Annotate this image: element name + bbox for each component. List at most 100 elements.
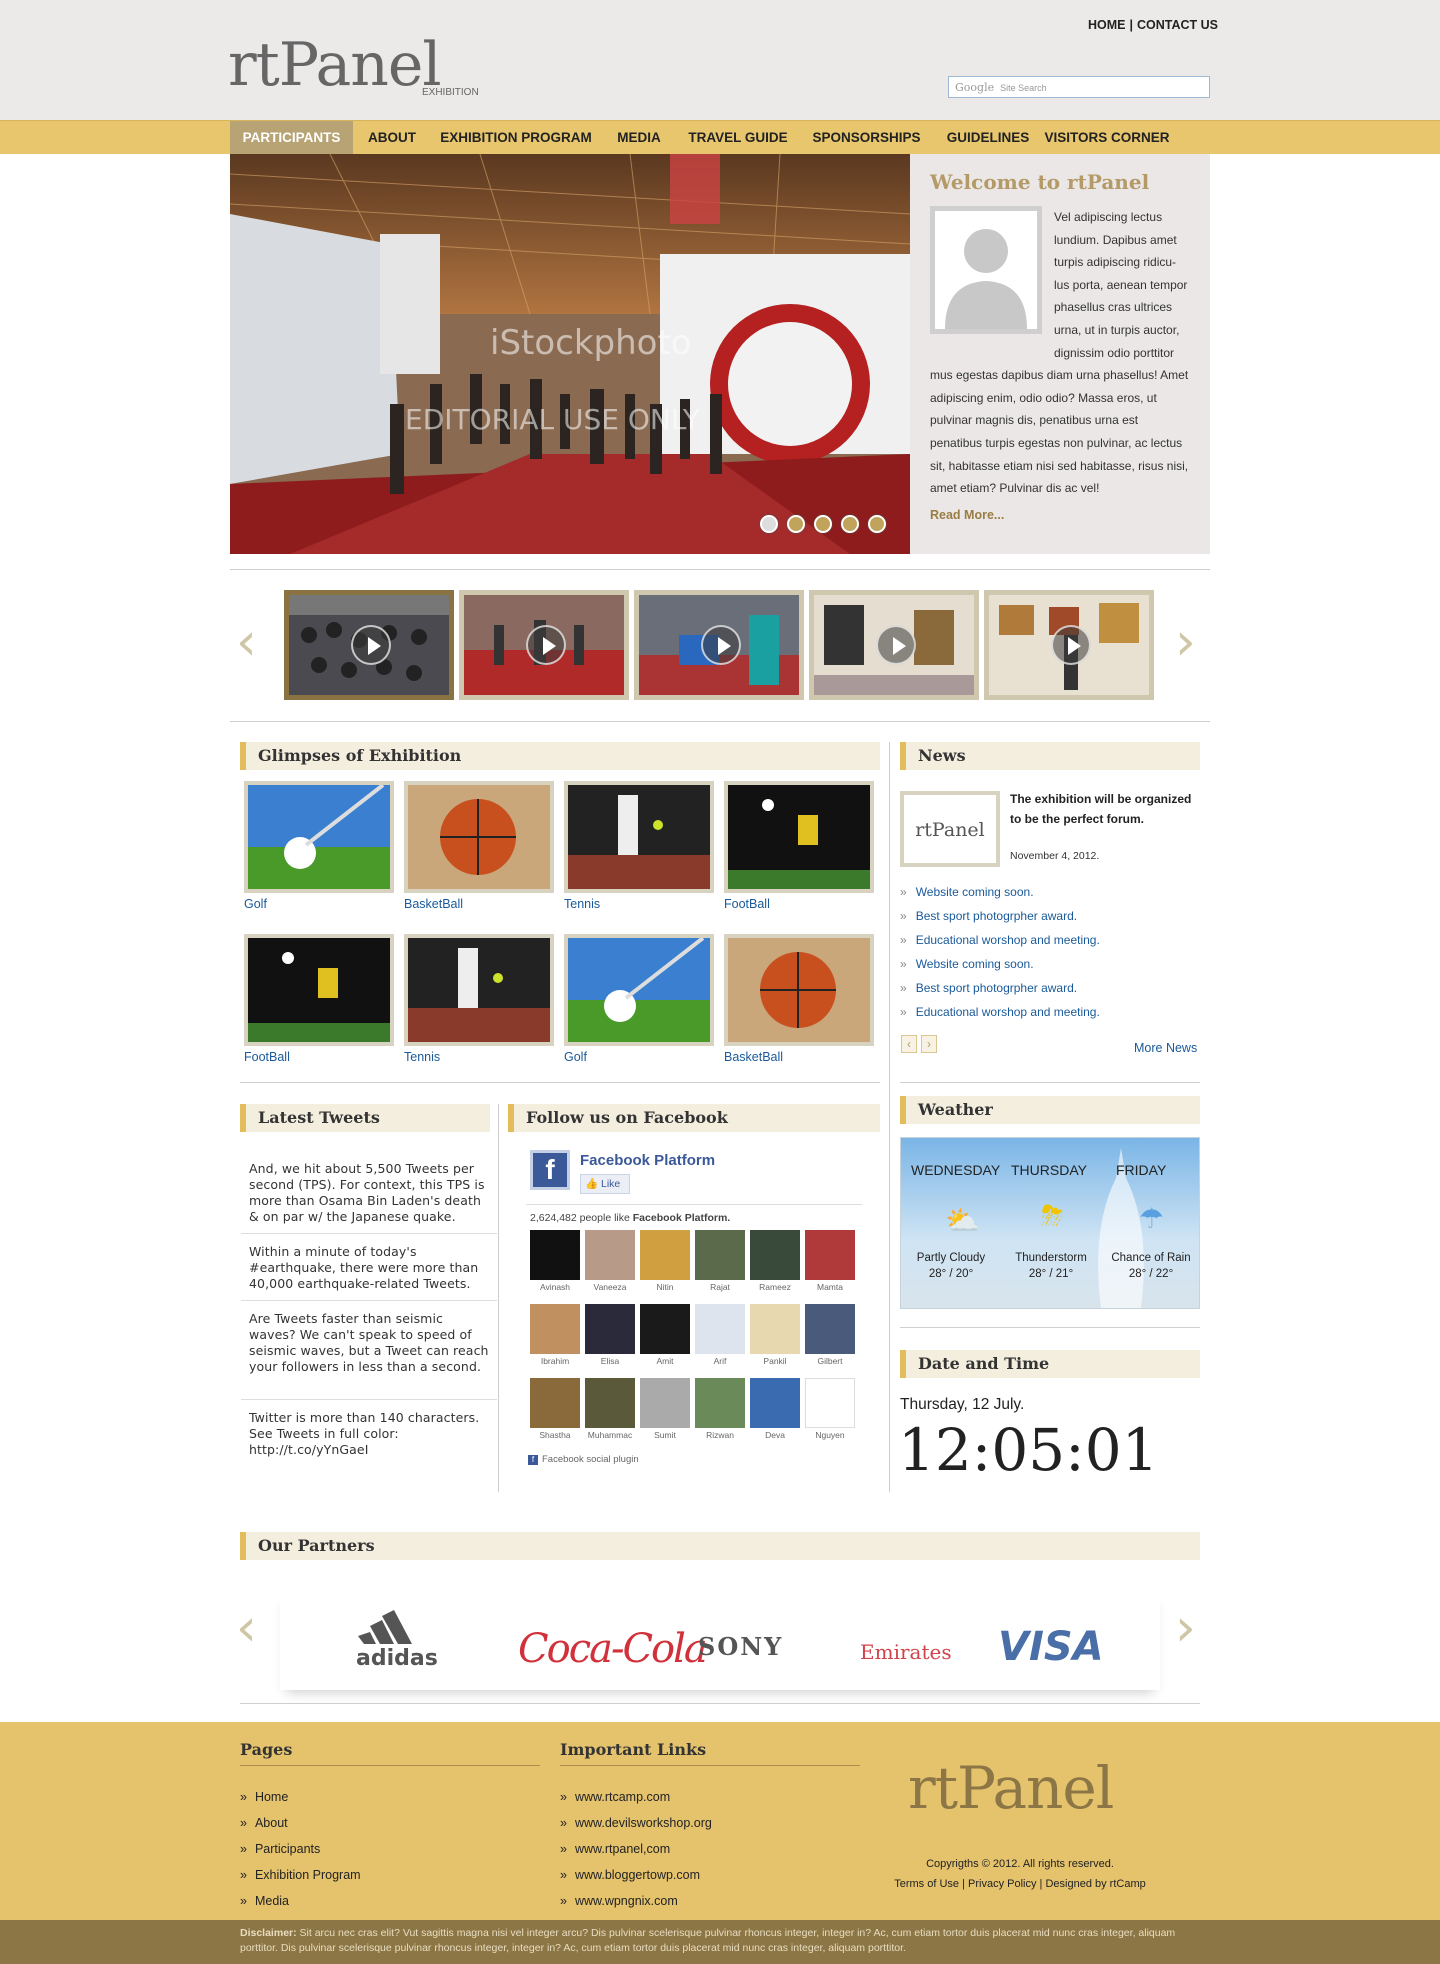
fan-avatar[interactable]: Avinash — [530, 1230, 580, 1292]
fan-avatar[interactable]: Rajat — [695, 1230, 745, 1292]
fan-avatar[interactable]: Amit — [640, 1304, 690, 1366]
partners-next-arrow-icon[interactable]: › — [1175, 1598, 1196, 1658]
fan-avatar[interactable]: Rizwan — [695, 1378, 745, 1440]
gallery-image-football[interactable] — [244, 934, 394, 1046]
privacy-link[interactable]: Privacy Policy — [968, 1878, 1036, 1890]
slider-dot[interactable] — [760, 515, 778, 533]
visa-logo[interactable]: VISA — [998, 1624, 1104, 1670]
slider-dot[interactable] — [814, 515, 832, 533]
fan-avatar[interactable]: Sumit — [640, 1378, 690, 1440]
partners-prev-arrow-icon[interactable]: ‹ — [236, 1598, 257, 1658]
news-next-icon[interactable]: › — [921, 1035, 937, 1053]
fan-avatar[interactable]: Nguyen — [805, 1378, 855, 1440]
fan-avatar[interactable]: Mamta — [805, 1230, 855, 1292]
site-logo[interactable]: rtPanel — [228, 30, 442, 100]
gallery-label[interactable]: Tennis — [404, 1050, 440, 1064]
adidas-logo[interactable]: adidas — [356, 1646, 438, 1671]
fan-avatar[interactable]: Ibrahim — [530, 1304, 580, 1366]
news-item[interactable]: Educational worshop and meeting. — [900, 1000, 1100, 1024]
nav-exhibition-program[interactable]: EXHIBITION PROGRAM — [431, 121, 601, 154]
fan-name: Vaneeza — [593, 1282, 627, 1292]
gallery-image-basketball[interactable] — [404, 781, 554, 893]
read-more-link[interactable]: Read More... — [930, 508, 1190, 522]
footer-link[interactable]: www.rtcamp.com — [560, 1784, 712, 1810]
slider-dot[interactable] — [787, 515, 805, 533]
coca-cola-logo[interactable]: Coca-Cola — [518, 1626, 708, 1672]
fan-avatar[interactable]: Shastha — [530, 1378, 580, 1440]
footer-link[interactable]: Participants — [240, 1836, 361, 1862]
divider — [240, 1703, 1200, 1704]
divider — [241, 1300, 497, 1301]
news-featured-title[interactable]: The exhibition will be organized to be t… — [1010, 789, 1200, 829]
search-input[interactable]: Google Site Search — [948, 76, 1210, 98]
gallery-label[interactable]: FootBall — [244, 1050, 290, 1064]
news-item[interactable]: Best sport photogrpher award. — [900, 976, 1100, 1000]
news-featured-logo[interactable]: rtPanel — [900, 791, 1000, 867]
gallery-image-basketball[interactable] — [724, 934, 874, 1046]
gallery-label[interactable]: BasketBall — [724, 1050, 783, 1064]
nav-media[interactable]: MEDIA — [601, 121, 677, 154]
nav-visitors-corner[interactable]: VISITORS CORNER — [1042, 121, 1172, 154]
footer-link[interactable]: www.rtpanel,com — [560, 1836, 712, 1862]
fan-avatar[interactable]: Deva — [750, 1378, 800, 1440]
fan-avatar[interactable]: Muhammac — [585, 1378, 635, 1440]
thumb-prev-arrow-icon[interactable]: ‹ — [236, 612, 257, 672]
gallery-label[interactable]: Golf — [564, 1050, 587, 1064]
gallery-image-golf[interactable] — [564, 934, 714, 1046]
nav-about[interactable]: ABOUT — [353, 121, 431, 154]
fan-avatar[interactable]: Elisa — [585, 1304, 635, 1366]
gallery-label[interactable]: Golf — [244, 897, 267, 911]
footer-link[interactable]: www.devilsworkshop.org — [560, 1810, 712, 1836]
facebook-icon[interactable]: f — [530, 1150, 570, 1190]
designed-by-link[interactable]: Designed by rtCamp — [1045, 1878, 1145, 1890]
video-thumb[interactable] — [459, 590, 629, 700]
footer-link[interactable]: www.bloggertowp.com — [560, 1862, 712, 1888]
gallery-image-football[interactable] — [724, 781, 874, 893]
footer-link[interactable]: Media — [240, 1888, 361, 1914]
like-button[interactable]: 👍 Like — [580, 1174, 630, 1194]
contact-link[interactable]: CONTACT US — [1137, 18, 1218, 32]
nav-travel-guide[interactable]: TRAVEL GUIDE — [677, 121, 799, 154]
thumb-next-arrow-icon[interactable]: › — [1175, 612, 1196, 672]
footer-link[interactable]: About — [240, 1810, 361, 1836]
fan-avatar[interactable]: Rameez — [750, 1230, 800, 1292]
emirates-logo[interactable]: Emirates — [860, 1640, 952, 1664]
footer-link[interactable]: Exhibition Program — [240, 1862, 361, 1888]
fan-avatar[interactable]: Vaneeza — [585, 1230, 635, 1292]
facebook-plugin-label[interactable]: f Facebook social plugin — [528, 1454, 639, 1465]
slider-dot[interactable] — [841, 515, 859, 533]
video-thumb[interactable] — [284, 590, 454, 700]
fan-avatar[interactable]: Arif — [695, 1304, 745, 1366]
hero-slider-image[interactable]: iStockphoto EDITORIAL USE ONLY — [230, 154, 910, 554]
home-link[interactable]: HOME — [1088, 18, 1126, 32]
footer-link[interactable]: Home — [240, 1784, 361, 1810]
footer-link[interactable]: www.wpngnix.com — [560, 1888, 712, 1914]
gallery-label[interactable]: BasketBall — [404, 897, 463, 911]
more-news-link[interactable]: More News — [1134, 1041, 1197, 1055]
video-thumb[interactable] — [634, 590, 804, 700]
video-thumb[interactable] — [984, 590, 1154, 700]
news-item[interactable]: Best sport photogrpher award. — [900, 904, 1100, 928]
sony-logo[interactable]: SONY — [698, 1632, 783, 1661]
gallery-label[interactable]: FootBall — [724, 897, 770, 911]
gallery-image-golf[interactable] — [244, 781, 394, 893]
gallery-image-tennis[interactable] — [564, 781, 714, 893]
terms-link[interactable]: Terms of Use — [894, 1878, 959, 1890]
nav-guidelines[interactable]: GUIDELINES — [934, 121, 1042, 154]
fan-avatar[interactable]: Gilbert — [805, 1304, 855, 1366]
nav-participants[interactable]: PARTICIPANTS — [230, 121, 353, 154]
gallery-label[interactable]: Tennis — [564, 897, 600, 911]
video-thumb[interactable] — [809, 590, 979, 700]
news-prev-icon[interactable]: ‹ — [901, 1035, 917, 1053]
slider-dot[interactable] — [868, 515, 886, 533]
nav-sponsorships[interactable]: SPONSORSHIPS — [799, 121, 934, 154]
gallery-image-tennis[interactable] — [404, 934, 554, 1046]
news-item[interactable]: Website coming soon. — [900, 880, 1100, 904]
footer-logo[interactable]: rtPanel — [908, 1754, 1114, 1822]
fan-avatar[interactable]: Pankil — [750, 1304, 800, 1366]
news-item[interactable]: Website coming soon. — [900, 952, 1100, 976]
fan-name: Elisa — [600, 1356, 620, 1366]
fan-avatar[interactable]: Nitin — [640, 1230, 690, 1292]
facebook-page-name[interactable]: Facebook Platform — [580, 1152, 715, 1169]
news-item[interactable]: Educational worshop and meeting. — [900, 928, 1100, 952]
